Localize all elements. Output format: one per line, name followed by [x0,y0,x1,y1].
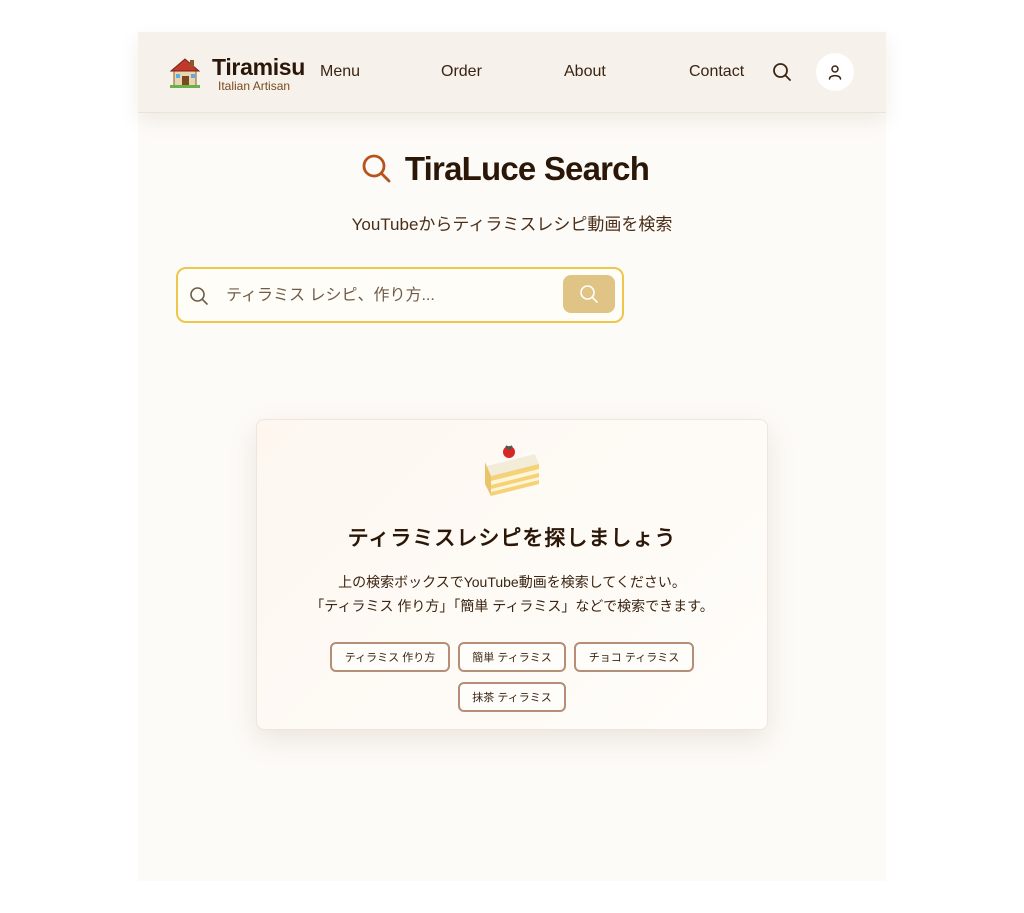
account-button[interactable] [816,53,854,91]
search-icon[interactable] [772,62,792,82]
suggestion-chip[interactable]: 簡単 ティラミス [458,642,566,672]
empty-state-text-2: 「ティラミス 作り方」「簡単 ティラミス」などで検索できます。 [310,598,714,614]
empty-state-card: ティラミスレシピを探しましょう 上の検索ボックスでYouTube動画を検索してく… [256,419,768,730]
page-title-text: TiraLuce Search [404,150,650,187]
search-icon [362,154,391,183]
cake-icon [485,445,539,496]
empty-state-title: ティラミスレシピを探しましょう [347,527,677,550]
nav-about[interactable]: About [564,63,606,81]
page-title: TiraLuce Search [138,150,886,188]
search-icon [580,285,598,303]
user-icon [828,65,842,80]
suggestion-chip[interactable]: ティラミス 作り方 [330,642,450,672]
search-button[interactable] [563,275,615,313]
app-frame: Tiramisu Italian Artisan Menu Order Abou… [138,32,886,881]
search-input[interactable] [224,281,548,311]
suggestion-chip[interactable]: 抹茶 ティラミス [458,682,566,712]
suggestion-chip[interactable]: チョコ ティラミス [574,642,694,672]
brand-title: Tiramisu [212,54,306,80]
search-icon [190,287,208,305]
nav-menu[interactable]: Menu [320,63,360,81]
page-subtitle: YouTubeからティラミスレシピ動画を検索 [351,215,673,234]
nav-contact[interactable]: Contact [689,63,744,81]
search-box [176,267,624,323]
brand-subtitle: Italian Artisan [218,79,291,93]
nav-order[interactable]: Order [441,63,482,81]
header: Tiramisu Italian Artisan Menu Order Abou… [138,32,886,113]
house-icon [170,58,200,88]
empty-state-text-1: 上の検索ボックスでYouTube動画を検索してください。 [338,574,686,590]
